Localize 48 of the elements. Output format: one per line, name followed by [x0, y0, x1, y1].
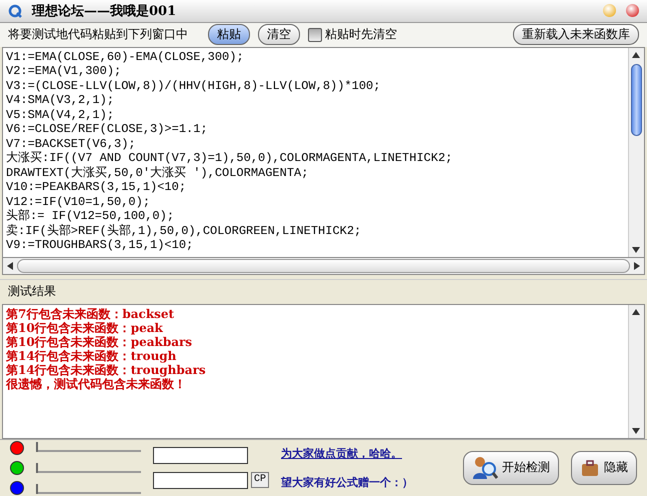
- result-line: 第14行包含未来函数：troughbars: [6, 362, 207, 377]
- slider[interactable]: [36, 462, 141, 473]
- briefcase-icon: [580, 458, 600, 478]
- checkbox[interactable]: [308, 28, 322, 42]
- code-line: V12:=IF(V10=1,50,0);: [6, 194, 152, 209]
- code-line: V4:SMA(V3,2,1);: [6, 93, 116, 108]
- code-line: V7:=BACKSET(V6,3);: [6, 136, 137, 151]
- window-title: 理想论坛——我哦是001: [32, 2, 178, 20]
- results-label: 测试结果: [8, 283, 56, 300]
- person-search-icon: [472, 454, 498, 481]
- checkbox-label: 粘贴时先清空: [325, 26, 397, 44]
- code-line: V3:=(CLOSE-LLV(LOW,8))/(HHV(HIGH,8)-LLV(LOW,8))*100;: [6, 78, 382, 94]
- input-field[interactable]: [153, 472, 248, 489]
- toolbar-button[interactable]: 粘贴: [208, 24, 250, 46]
- close-button[interactable]: [626, 4, 639, 18]
- reload-button[interactable]: 重新载入未来函数库: [513, 24, 639, 46]
- result-line: 很遗憾，测试代码包含未来函数！: [6, 376, 186, 391]
- code-line: V2:=EMA(V1,300);: [6, 64, 122, 79]
- scrollbar-thumb[interactable]: [631, 64, 642, 136]
- link[interactable]: 为大家做点贡献，哈哈。: [281, 446, 414, 461]
- input-field[interactable]: [153, 446, 248, 464]
- horizontal-scrollbar[interactable]: [2, 258, 645, 275]
- code-line: 头部:= IF(V12=50,100,0);: [6, 209, 176, 224]
- toolbar-button[interactable]: 清空: [258, 24, 300, 46]
- app-logo-icon: [8, 4, 22, 18]
- scrollbar-thumb[interactable]: [17, 258, 630, 273]
- result-line: 第14行包含未来函数：trough: [6, 348, 178, 363]
- slider[interactable]: [36, 484, 141, 494]
- code-line: V10:=PEAKBARS(3,15,1)<10;: [6, 180, 188, 195]
- vertical-scrollbar[interactable]: [628, 304, 644, 438]
- result-line: 第10行包含未来函数：peakbars: [6, 334, 194, 349]
- code-line: 大涨买:IF((V7 AND COUNT(V7,3)=1),50,0),COLORMAGENTA,LINETHICK2;: [6, 151, 454, 166]
- result-line: 第7行包含未来函数：backset: [6, 306, 176, 321]
- code-line: V1:=EMA(CLOSE,60)-EMA(CLOSE,300);: [6, 50, 245, 64]
- cp-button[interactable]: CP: [251, 472, 270, 488]
- hide-button[interactable]: 隐藏: [571, 450, 637, 485]
- start-button[interactable]: 开始检测: [463, 450, 559, 485]
- vertical-scrollbar[interactable]: [628, 48, 644, 257]
- code-line: V9:=TROUGHBARS(3,15,1)<10;: [6, 238, 194, 253]
- link[interactable]: 望大家有好公式赠一个：）: [281, 474, 414, 490]
- code-line: V6:=CLOSE/REF(CLOSE,3)>=1.1;: [6, 122, 209, 137]
- instruction-text: 将要测试地代码粘贴到下列窗口中: [8, 26, 188, 44]
- result-line: 第10行包含未来函数：peak: [6, 320, 164, 335]
- slider[interactable]: [36, 442, 141, 452]
- code-line: 卖:IF(头部>REF(头部,1),50,0),COLORGREEN,LINETHICK2;: [6, 224, 362, 238]
- code-line: DRAWTEXT(大涨买,50,0'大涨买 '),COLORMAGENTA;: [6, 166, 310, 180]
- code-editor[interactable]: [2, 46, 645, 258]
- code-line: V5:SMA(V4,2,1);: [6, 108, 116, 122]
